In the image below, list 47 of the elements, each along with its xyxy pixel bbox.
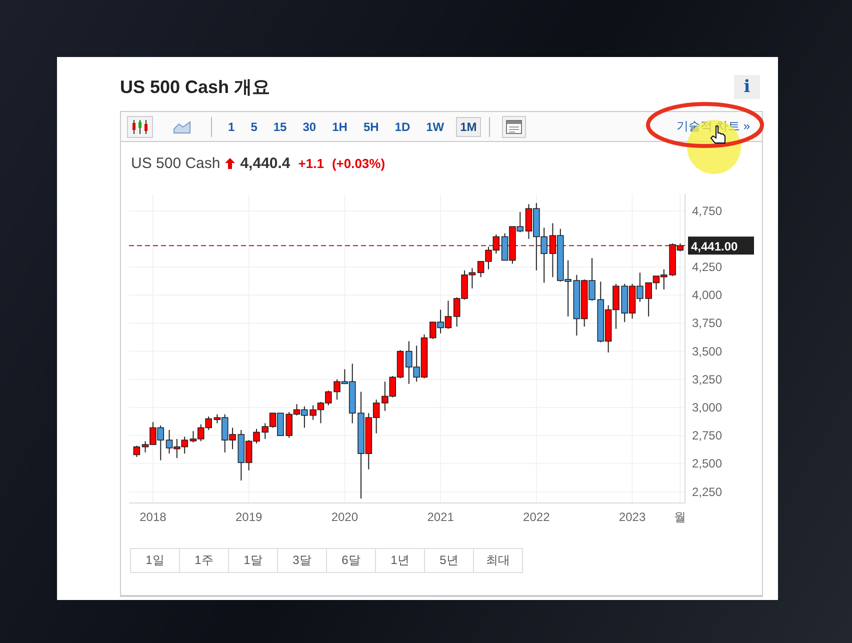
ref-line-label: 4,441.00 [691, 240, 738, 254]
y-axis-label: 2,750 [692, 428, 722, 443]
price-tag: 4,441.00 [688, 236, 754, 255]
candlestick-chart-button[interactable] [127, 116, 153, 138]
x-axis-label: 2020 [331, 510, 358, 524]
y-axis-label: 3,000 [692, 400, 722, 414]
x-axis-label: 2021 [427, 510, 454, 524]
info-button[interactable]: i [734, 75, 760, 99]
range-button[interactable]: 1주 [179, 548, 229, 573]
range-button[interactable]: 5년 [424, 548, 474, 573]
range-button[interactable]: 최대 [473, 548, 523, 573]
x-axis-label: 2023 [618, 510, 646, 524]
interval-button[interactable]: 1W [422, 116, 448, 136]
interval-button[interactable]: 15 [269, 116, 291, 136]
x-axis-label: 월 [674, 510, 686, 524]
y-axis-label: 4,750 [692, 204, 722, 218]
widget-title: US 500 Cash 개요 [120, 76, 270, 99]
last-price: 4,440.4 [240, 154, 290, 172]
y-axis-label: 2,500 [692, 456, 722, 471]
y-axis-label: 3,500 [692, 344, 722, 358]
range-button[interactable]: 1달 [228, 548, 278, 573]
y-axis-label: 4,000 [692, 288, 722, 302]
y-axis-label: 4,250 [692, 260, 722, 274]
y-axis-label: 3,250 [692, 372, 722, 386]
interval-button[interactable]: 30 [298, 116, 320, 136]
candlestick-icon [131, 118, 149, 134]
y-axis-label: 3,750 [692, 316, 722, 330]
interval-button[interactable]: 1H [328, 116, 352, 136]
price-change: +1.1 [298, 156, 324, 170]
interval-button[interactable]: 1M [456, 116, 481, 136]
instrument-name: US 500 Cash [131, 154, 220, 172]
x-axis-label: 2018 [140, 510, 166, 524]
interval-button[interactable]: 1D [390, 116, 414, 136]
range-button[interactable]: 1년 [375, 548, 425, 573]
range-button[interactable]: 6달 [326, 548, 376, 573]
interval-button[interactable]: 5H [359, 116, 383, 136]
table-view-button[interactable] [502, 116, 526, 138]
interval-button[interactable]: 1 [224, 116, 239, 136]
x-axis-label: 2019 [235, 510, 262, 524]
range-button[interactable]: 3달 [277, 548, 327, 573]
interval-button[interactable]: 5 [246, 116, 262, 136]
y-axis-label: 2,250 [692, 484, 722, 499]
table-icon [506, 120, 522, 134]
percent-change: (+0.03%) [332, 156, 386, 170]
range-button[interactable]: 1일 [130, 548, 180, 573]
area-chart-icon [173, 120, 191, 134]
x-axis-label: 2022 [523, 510, 550, 524]
